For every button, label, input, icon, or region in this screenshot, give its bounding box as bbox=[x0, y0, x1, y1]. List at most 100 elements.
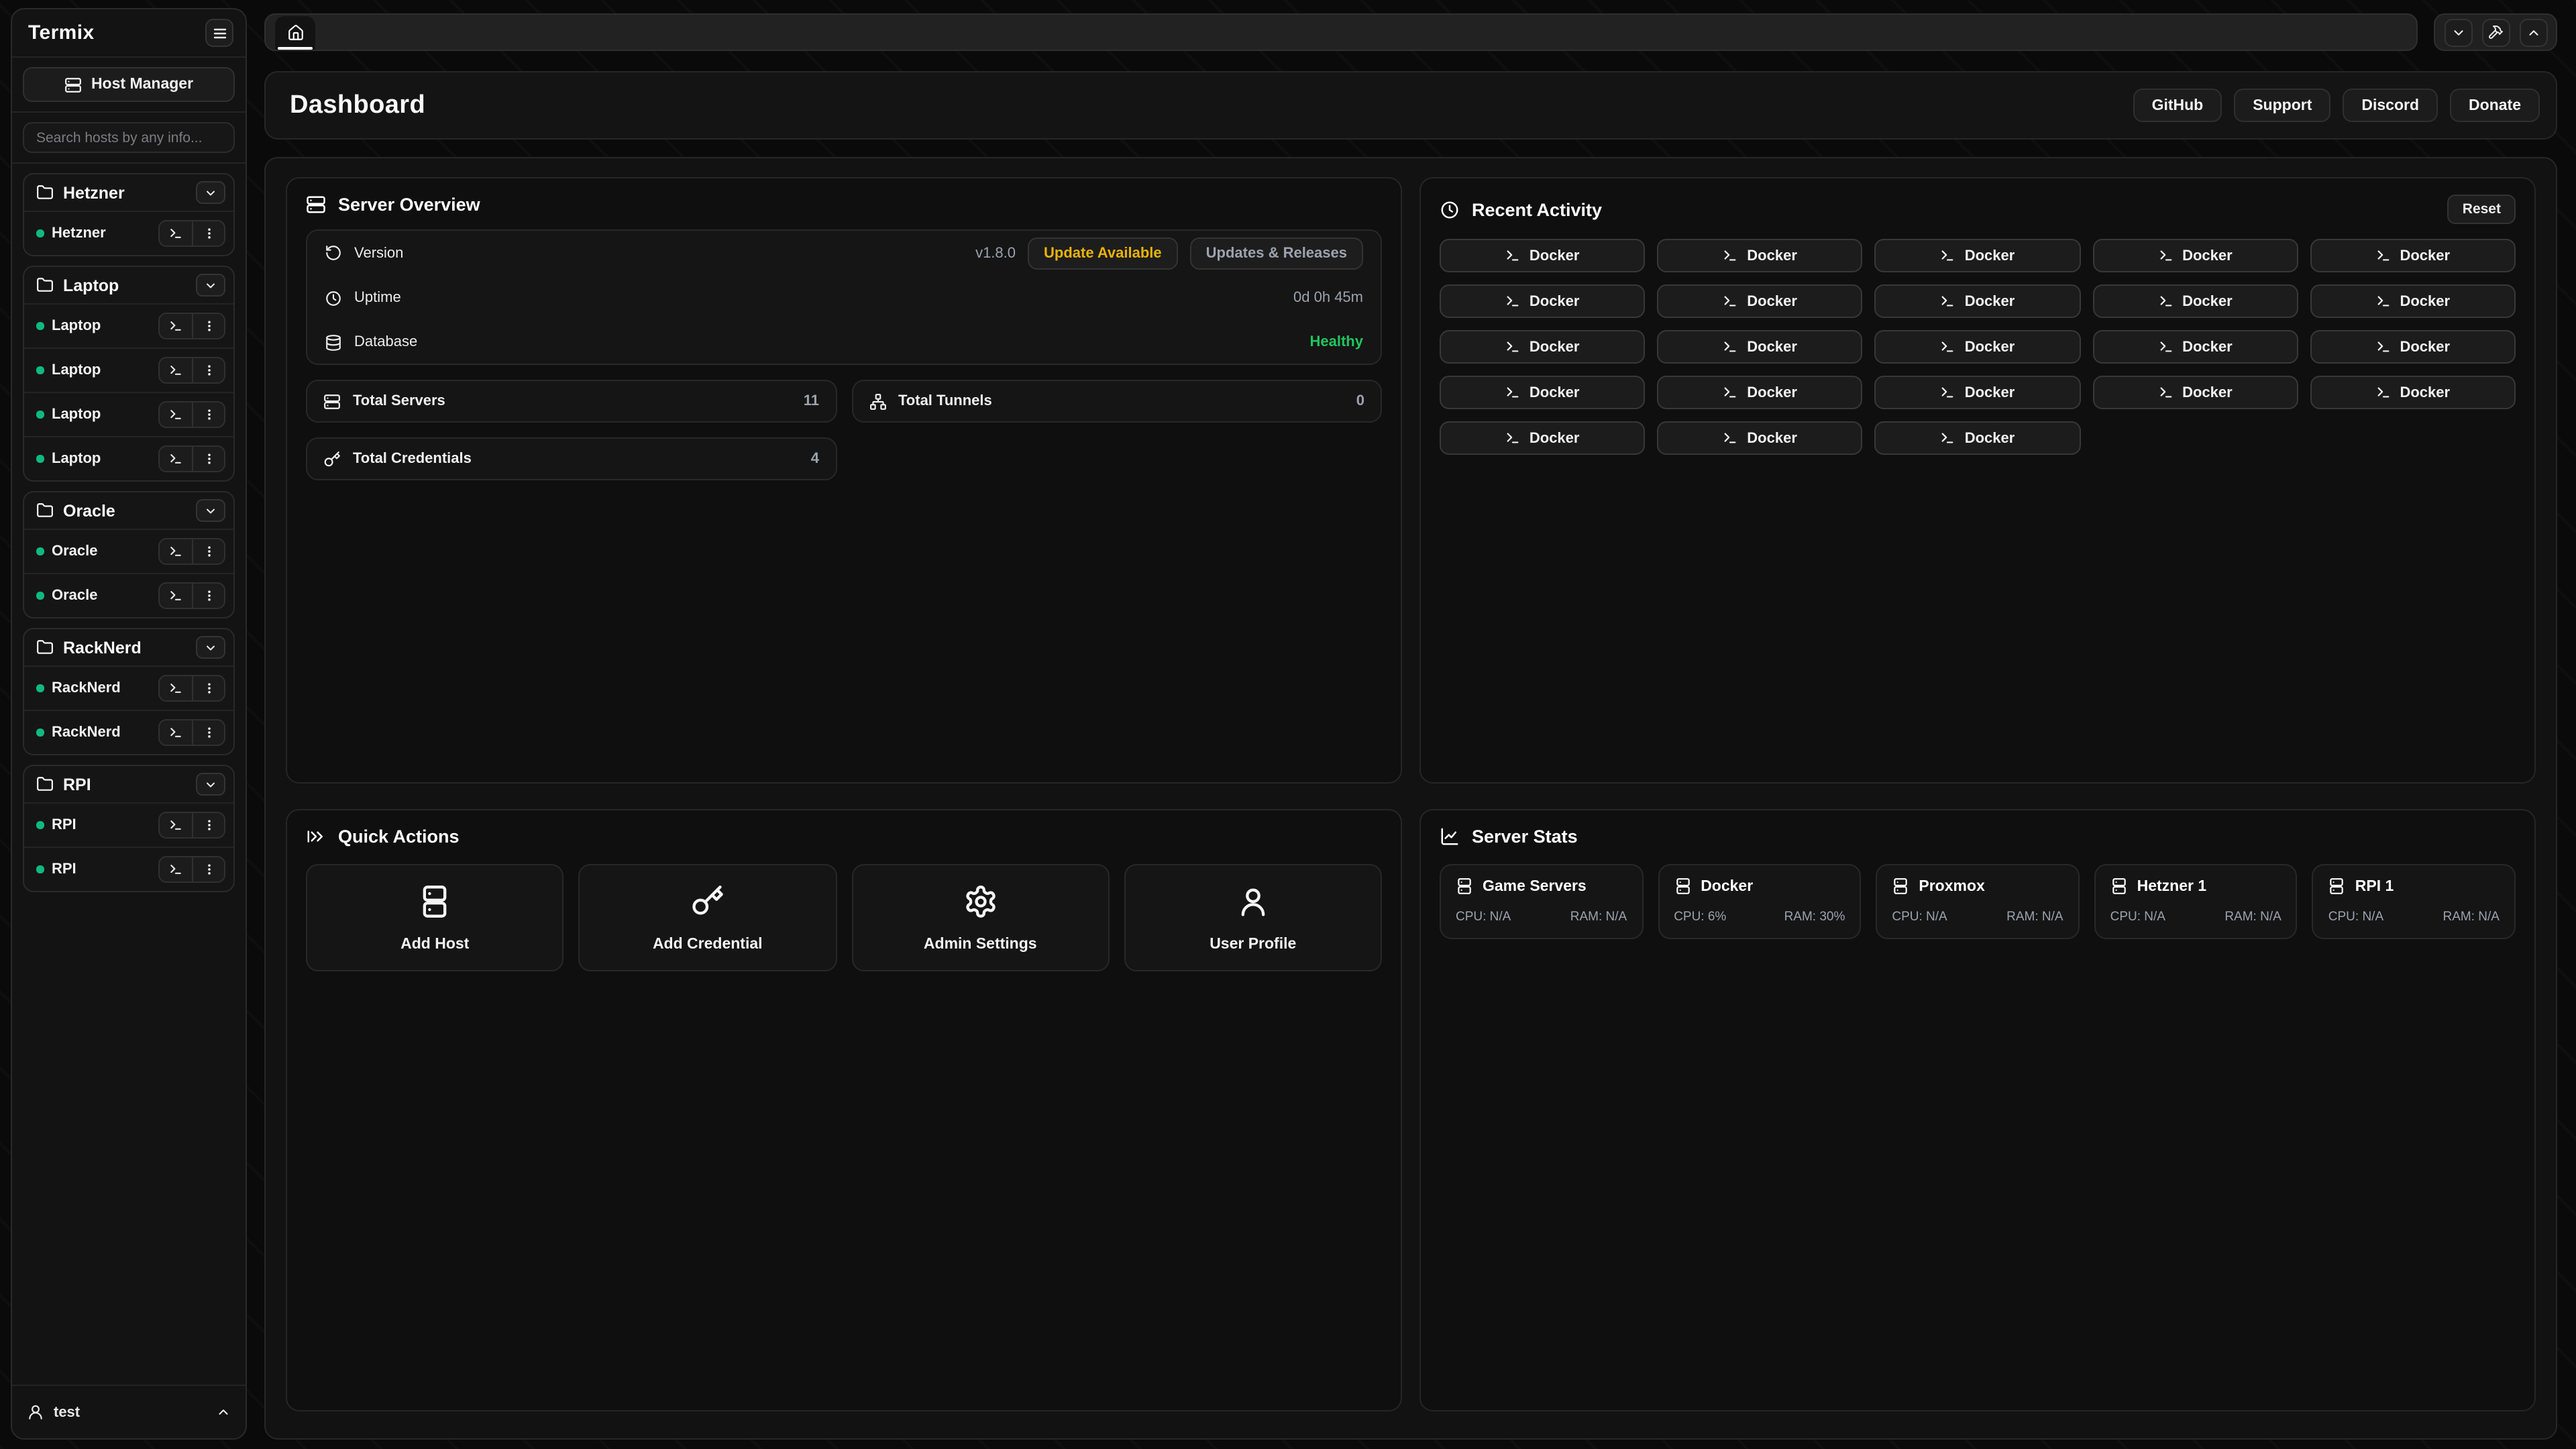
group-name: RPI bbox=[63, 775, 186, 794]
group-collapse-button[interactable] bbox=[196, 181, 225, 204]
group-header[interactable]: RPI bbox=[24, 766, 233, 802]
activity-item-button[interactable]: Docker bbox=[2092, 376, 2298, 409]
terminal-button[interactable] bbox=[160, 813, 192, 837]
activity-item-button[interactable]: Docker bbox=[1657, 330, 1862, 364]
host-actions bbox=[158, 220, 225, 247]
host-row[interactable]: RPI bbox=[24, 802, 233, 847]
activity-item-button[interactable]: Docker bbox=[1657, 284, 1862, 318]
activity-item-button[interactable]: Docker bbox=[2310, 376, 2516, 409]
header-link-button[interactable]: Support bbox=[2234, 89, 2330, 122]
terminal-button[interactable] bbox=[160, 584, 192, 608]
activity-item-button[interactable]: Docker bbox=[2310, 330, 2516, 364]
activity-item-button[interactable]: Docker bbox=[1440, 421, 1645, 455]
status-dot bbox=[36, 729, 44, 737]
total-tunnels-card: Total Tunnels 0 bbox=[851, 380, 1382, 423]
group-collapse-button[interactable] bbox=[196, 499, 225, 522]
activity-item-button[interactable]: Docker bbox=[1875, 284, 2080, 318]
activity-item-button[interactable]: Docker bbox=[2092, 330, 2298, 364]
host-menu-button[interactable] bbox=[192, 584, 224, 608]
host-menu-button[interactable] bbox=[192, 720, 224, 745]
host-row[interactable]: Hetzner bbox=[24, 211, 233, 255]
activity-item-button[interactable]: Docker bbox=[1657, 376, 1862, 409]
host-menu-button[interactable] bbox=[192, 857, 224, 881]
admin-settings-button[interactable]: Admin Settings bbox=[851, 864, 1110, 971]
user-profile-button[interactable]: User Profile bbox=[1124, 864, 1383, 971]
search-input[interactable] bbox=[23, 122, 235, 153]
group-header[interactable]: RackNerd bbox=[24, 629, 233, 665]
activity-item-button[interactable]: Docker bbox=[1440, 330, 1645, 364]
activity-item-button[interactable]: Docker bbox=[1875, 330, 2080, 364]
host-actions bbox=[158, 357, 225, 384]
host-row[interactable]: Oracle bbox=[24, 573, 233, 617]
sidebar-menu-button[interactable] bbox=[205, 19, 233, 47]
host-menu-button[interactable] bbox=[192, 358, 224, 382]
activity-item-button[interactable]: Docker bbox=[1875, 239, 2080, 272]
terminal-icon bbox=[2375, 385, 2390, 400]
status-dot bbox=[36, 411, 44, 419]
terminal-button[interactable] bbox=[160, 447, 192, 471]
terminal-button[interactable] bbox=[160, 720, 192, 745]
tabs-scroll-up-button[interactable] bbox=[2519, 18, 2547, 46]
terminal-button[interactable] bbox=[160, 676, 192, 700]
host-row[interactable]: RackNerd bbox=[24, 710, 233, 754]
add-host-button[interactable]: Add Host bbox=[306, 864, 564, 971]
host-manager-button[interactable]: Host Manager bbox=[23, 67, 235, 102]
ellipsis-vertical-icon bbox=[202, 726, 215, 739]
activity-item-button[interactable]: Docker bbox=[1875, 376, 2080, 409]
activity-item-button[interactable]: Docker bbox=[1440, 376, 1645, 409]
terminal-button[interactable] bbox=[160, 314, 192, 338]
terminal-button[interactable] bbox=[160, 221, 192, 246]
user-footer[interactable]: test bbox=[12, 1385, 246, 1438]
update-available-badge[interactable]: Update Available bbox=[1028, 237, 1178, 269]
header-link-button[interactable]: GitHub bbox=[2133, 89, 2222, 122]
host-group: Laptop Laptop bbox=[23, 266, 235, 482]
host-menu-button[interactable] bbox=[192, 447, 224, 471]
header-link-button[interactable]: Donate bbox=[2450, 89, 2540, 122]
updates-releases-button[interactable]: Updates & Releases bbox=[1190, 237, 1363, 269]
reset-button[interactable]: Reset bbox=[2448, 195, 2516, 224]
host-row[interactable]: Laptop bbox=[24, 303, 233, 347]
tabs-scroll-down-button[interactable] bbox=[2444, 18, 2472, 46]
ellipsis-vertical-icon bbox=[202, 452, 215, 466]
group-header[interactable]: Hetzner bbox=[24, 174, 233, 211]
activity-item-button[interactable]: Docker bbox=[1657, 421, 1862, 455]
host-row[interactable]: Laptop bbox=[24, 392, 233, 436]
activity-item-button[interactable]: Docker bbox=[1875, 421, 2080, 455]
host-menu-button[interactable] bbox=[192, 539, 224, 564]
panel-title-text: Server Stats bbox=[1472, 826, 1578, 847]
group-header[interactable]: Oracle bbox=[24, 492, 233, 529]
host-row[interactable]: RPI bbox=[24, 847, 233, 891]
host-menu-button[interactable] bbox=[192, 314, 224, 338]
tab-home[interactable] bbox=[275, 16, 315, 50]
host-row[interactable]: RackNerd bbox=[24, 665, 233, 710]
host-row[interactable]: Laptop bbox=[24, 347, 233, 392]
host-menu-button[interactable] bbox=[192, 813, 224, 837]
activity-item-button[interactable]: Docker bbox=[2092, 239, 2298, 272]
header-link-button[interactable]: Discord bbox=[2343, 89, 2438, 122]
stat-server-name: Docker bbox=[1701, 878, 1753, 894]
terminal-icon bbox=[169, 682, 182, 695]
host-row[interactable]: Laptop bbox=[24, 436, 233, 480]
group-collapse-button[interactable] bbox=[196, 636, 225, 659]
activity-item-button[interactable]: Docker bbox=[2310, 284, 2516, 318]
chevron-down-icon bbox=[204, 278, 217, 292]
group-collapse-button[interactable] bbox=[196, 274, 225, 297]
host-menu-button[interactable] bbox=[192, 221, 224, 246]
add-credential-button[interactable]: Add Credential bbox=[579, 864, 837, 971]
terminal-button[interactable] bbox=[160, 358, 192, 382]
activity-item-button[interactable]: Docker bbox=[2310, 239, 2516, 272]
activity-item-button[interactable]: Docker bbox=[2092, 284, 2298, 318]
activity-item-button[interactable]: Docker bbox=[1440, 284, 1645, 318]
group-header[interactable]: Laptop bbox=[24, 267, 233, 303]
tools-button[interactable] bbox=[2481, 18, 2510, 46]
terminal-button[interactable] bbox=[160, 857, 192, 881]
terminal-button[interactable] bbox=[160, 539, 192, 564]
host-row[interactable]: Oracle bbox=[24, 529, 233, 573]
activity-item-button[interactable]: Docker bbox=[1657, 239, 1862, 272]
activity-item-label: Docker bbox=[1965, 384, 2015, 400]
host-menu-button[interactable] bbox=[192, 676, 224, 700]
activity-item-button[interactable]: Docker bbox=[1440, 239, 1645, 272]
group-collapse-button[interactable] bbox=[196, 773, 225, 796]
host-menu-button[interactable] bbox=[192, 402, 224, 427]
terminal-button[interactable] bbox=[160, 402, 192, 427]
